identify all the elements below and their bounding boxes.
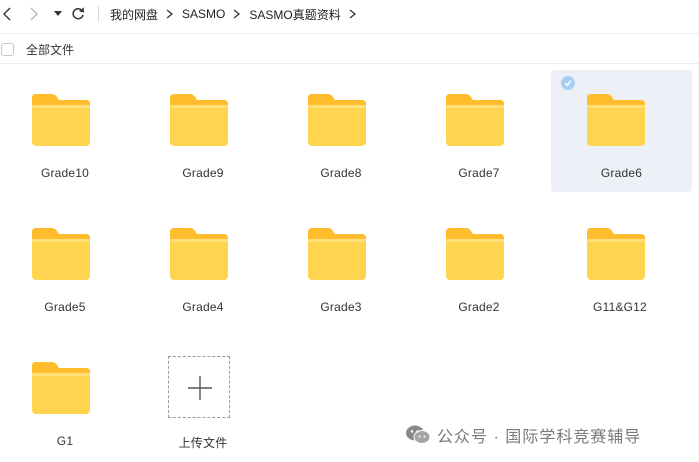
chevron-right-icon <box>30 7 38 21</box>
folder-icon <box>168 92 230 148</box>
folder-icon <box>306 92 368 148</box>
folder-label: G1 <box>56 434 74 448</box>
folder-tile[interactable]: Grade8 <box>272 70 410 190</box>
history-dropdown-button[interactable] <box>51 2 65 26</box>
folder-label: Grade6 <box>600 166 643 180</box>
watermark-text: 公众号 · 国际学科竞赛辅导 <box>437 429 642 446</box>
caret-down-icon <box>54 11 62 16</box>
upload-button[interactable] <box>168 356 230 418</box>
breadcrumb: 我的网盘 SASMO SASMO真题资料 <box>110 0 365 28</box>
upload-tile[interactable]: 上传文件 <box>134 338 272 458</box>
folder-label: Grade3 <box>320 300 362 314</box>
navigation-bar: 我的网盘 SASMO SASMO真题资料 <box>0 0 699 30</box>
wechat-icon <box>406 425 431 444</box>
folder-label: Grade8 <box>320 166 362 180</box>
folder-tile[interactable]: G11&G12 <box>551 204 689 324</box>
select-all-checkbox[interactable] <box>1 42 14 56</box>
breadcrumb-item-sasmo[interactable]: SASMO <box>182 7 225 21</box>
watermark: 公众号 · 国际学科竞赛辅导 <box>405 423 641 447</box>
folder-tile[interactable]: Grade2 <box>410 204 548 324</box>
folder-icon <box>30 92 92 148</box>
breadcrumb-item-sasmo-papers[interactable]: SASMO真题资料 <box>249 6 340 23</box>
folder-tile[interactable]: Grade4 <box>134 204 272 324</box>
folder-icon <box>30 226 92 282</box>
folder-tile[interactable]: Grade6 <box>551 70 692 192</box>
folder-label: Grade7 <box>458 166 500 180</box>
folder-tile[interactable]: Grade9 <box>134 70 272 190</box>
check-circle-icon[interactable] <box>561 76 575 90</box>
folder-icon <box>585 92 647 148</box>
folder-icon <box>444 226 506 282</box>
folder-icon <box>444 92 506 148</box>
folder-icon <box>585 226 647 282</box>
refresh-icon <box>72 7 85 20</box>
folder-label: Grade4 <box>182 300 224 314</box>
folder-tile[interactable]: Grade7 <box>410 70 548 190</box>
chevron-right-icon <box>233 9 241 19</box>
folder-tile[interactable]: Grade3 <box>272 204 410 324</box>
forward-button[interactable] <box>26 2 42 26</box>
select-all-label: 全部文件 <box>26 42 75 57</box>
folder-tile[interactable]: Grade5 <box>0 204 134 324</box>
folder-label: Grade9 <box>182 166 224 180</box>
header-divider <box>0 33 699 34</box>
folder-label: Grade2 <box>458 300 500 314</box>
folder-label: Grade10 <box>40 166 90 180</box>
back-button[interactable] <box>0 2 14 26</box>
folder-icon <box>306 226 368 282</box>
nav-separator <box>98 6 99 22</box>
folder-icon <box>168 226 230 282</box>
folder-icon <box>30 360 92 416</box>
folder-label: Grade5 <box>44 300 86 314</box>
chevron-right-icon <box>349 9 356 19</box>
select-all-row: 全部文件 <box>0 38 74 60</box>
toolbar-divider <box>0 63 699 64</box>
breadcrumb-item-my-drive[interactable]: 我的网盘 <box>110 6 158 23</box>
folder-tile[interactable]: Grade10 <box>0 70 134 190</box>
folder-tile[interactable]: G1 <box>0 338 134 458</box>
chevron-right-icon <box>166 9 174 19</box>
upload-label: 上传文件 <box>178 436 228 450</box>
chevron-left-icon <box>3 7 11 21</box>
refresh-button[interactable] <box>69 2 87 26</box>
plus-icon <box>188 376 212 400</box>
folder-label: G11&G12 <box>593 300 647 314</box>
